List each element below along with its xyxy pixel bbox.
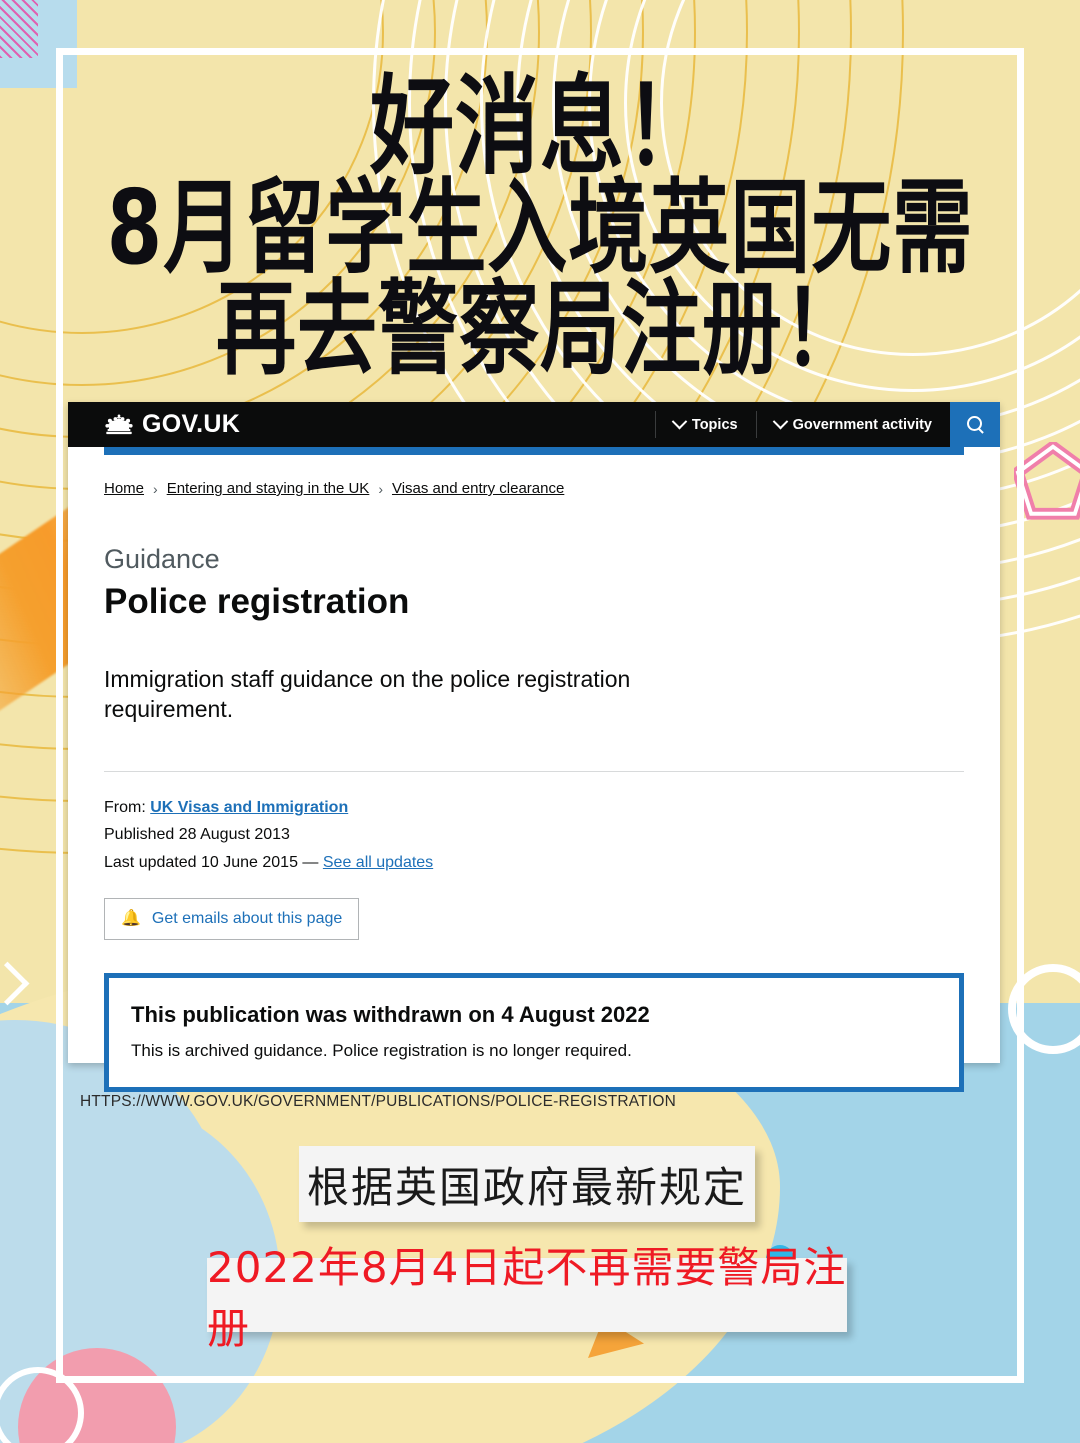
govuk-nav: Topics Government activity [654,402,1000,447]
withdrawal-heading: This publication was withdrawn on 4 Augu… [131,1002,650,1028]
breadcrumb-item-home[interactable]: Home [104,480,144,497]
see-all-updates-link[interactable]: See all updates [323,854,433,871]
govuk-blue-rule [104,447,964,455]
bell-icon: 🔔 [121,910,141,928]
metadata-updated-label: Last updated [104,853,197,871]
govuk-header: GOV.UK Topics Government activity [68,402,1000,447]
govuk-screenshot-card: GOV.UK Topics Government activity Home ›… [68,402,1000,1093]
poster-root: 好消息！ 8月留学生入境英国无需 再去警察局注册！ GOV.UK Topics … [0,0,1080,1443]
nav-item-topics-label: Topics [691,416,738,433]
headline-line-1: 好消息！ [369,63,710,190]
metadata-published-date: 28 August 2013 [178,826,290,844]
metadata-dash: — [302,853,319,871]
source-url-caption: HTTPS://WWW.GOV.UK/GOVERNMENT/PUBLICATIO… [80,1093,677,1110]
metadata-updated-row: Last updated 10 June 2015 — See all upda… [104,849,964,877]
page-title: 好消息！ 8月留学生入境英国无需 再去警察局注册！ [0,63,1080,381]
breadcrumb-separator: › [378,480,383,497]
headline-line-3: 再去警察局注册！ [216,269,864,389]
metadata-updated-date: 10 June 2015 [200,853,298,871]
breadcrumb-separator: › [153,480,158,497]
document-summary: Immigration staff guidance on the police… [104,666,631,723]
callout-banner-policy-source: 根据英国政府最新规定 [299,1146,755,1222]
metadata-published-row: Published 28 August 2013 [104,821,964,849]
metadata-from-organisation-link[interactable]: UK Visas and Immigration [150,799,348,816]
decor-pink-pentagon [1014,442,1080,520]
withdrawal-notice: This publication was withdrawn on 4 Augu… [104,973,964,1093]
search-button[interactable] [950,402,1000,447]
govuk-brand-text: GOV.UK [142,410,241,438]
nav-item-government-activity[interactable]: Government activity [757,402,950,447]
get-emails-button[interactable]: 🔔 Get emails about this page [104,898,360,941]
govuk-content: Home › Entering and staying in the UK › … [68,480,1000,1093]
govuk-logo[interactable]: GOV.UK [104,410,240,439]
breadcrumb-item-entering-and-staying[interactable]: Entering and staying in the UK [167,480,370,497]
breadcrumb: Home › Entering and staying in the UK › … [104,480,964,497]
chevron-down-icon [671,413,688,430]
divider [104,770,964,772]
metadata-published-label: Published [104,826,175,844]
document-type-label: Guidance [104,544,220,574]
callout-banner-effective-date: 2022年8月4日起不再需要警局注册 [207,1243,847,1353]
nav-item-topics[interactable]: Topics [656,402,756,447]
document-metadata: From: UK Visas and Immigration Published… [104,794,964,877]
chevron-down-icon [772,413,788,430]
breadcrumb-item-visas-and-entry-clearance[interactable]: Visas and entry clearance [392,480,564,497]
withdrawal-body: This is archived guidance. Police regist… [131,1041,632,1061]
decor-pink-hatch [0,0,38,58]
metadata-from-row: From: UK Visas and Immigration [104,794,964,822]
get-emails-button-label: Get emails about this page [151,910,343,928]
document-title: Police registration [104,582,410,621]
metadata-from-label: From: [104,798,146,816]
nav-item-government-activity-label: Government activity [792,416,932,433]
crown-icon [105,413,133,434]
headline-line-2: 8月留学生入境英国无需 [106,168,974,288]
search-icon [966,416,984,433]
